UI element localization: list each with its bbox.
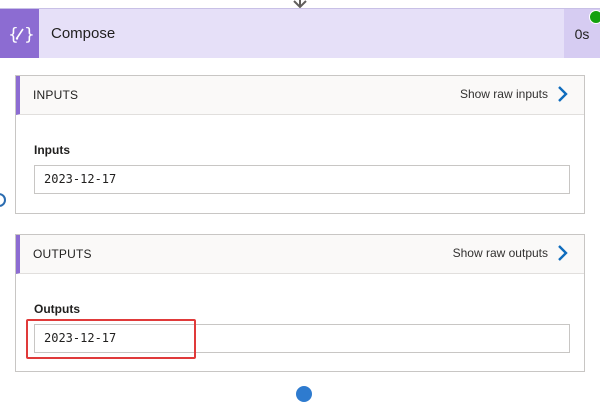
- compose-icon: { }: [0, 9, 39, 58]
- show-raw-outputs-label: Show raw outputs: [452, 246, 548, 260]
- show-raw-outputs-link[interactable]: Show raw outputs: [453, 244, 568, 262]
- outputs-field-label: Outputs: [34, 302, 80, 316]
- chevron-right-icon: [558, 245, 568, 261]
- inputs-value-field[interactable]: 2023-12-17: [34, 165, 570, 194]
- show-raw-inputs-label: Show raw inputs: [459, 87, 548, 101]
- add-step-connector-icon[interactable]: [296, 386, 312, 402]
- outputs-section-title: OUTPUTS: [33, 247, 92, 261]
- success-status-icon: [589, 10, 600, 24]
- action-title: Compose: [51, 25, 116, 42]
- svg-text:{: {: [8, 25, 19, 45]
- highlight-annotation: [26, 319, 196, 359]
- outputs-panel-header: OUTPUTS Show raw outputs: [16, 235, 584, 274]
- inputs-panel-header: INPUTS Show raw inputs: [16, 76, 584, 115]
- inputs-panel: INPUTS Show raw inputs Inputs 2023-12-17: [15, 75, 585, 214]
- connector-dot-icon: [0, 193, 6, 207]
- inputs-field-label: Inputs: [34, 143, 70, 157]
- chevron-right-icon: [558, 86, 568, 102]
- inputs-section-title: INPUTS: [33, 88, 79, 102]
- svg-text:}: }: [24, 25, 33, 45]
- action-header[interactable]: { } Compose 0s: [0, 8, 600, 58]
- show-raw-inputs-link[interactable]: Show raw inputs: [460, 85, 568, 103]
